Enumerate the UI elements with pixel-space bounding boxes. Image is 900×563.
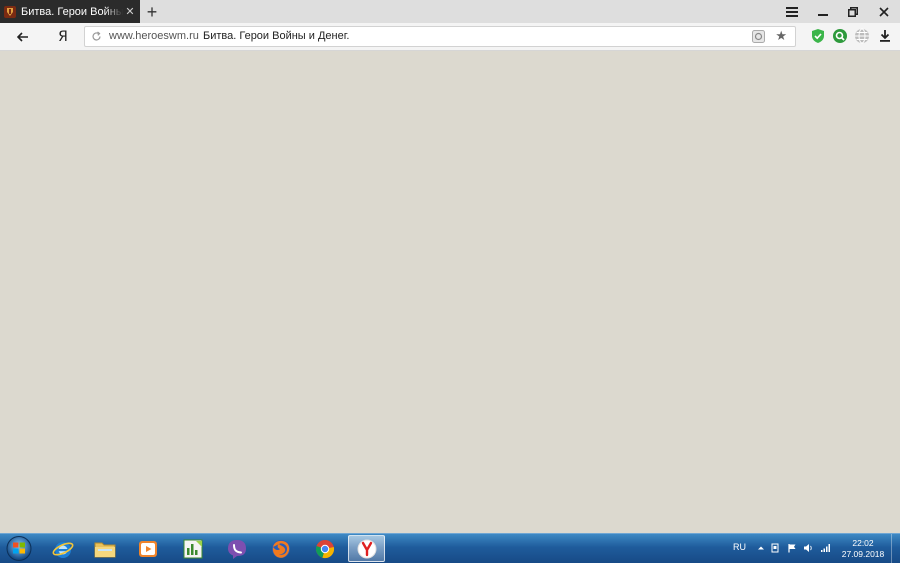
minimize-icon	[818, 13, 828, 16]
clock-date: 27.09.2018	[841, 549, 885, 559]
chrome-icon	[315, 539, 334, 558]
tray-expand-icon[interactable]	[756, 543, 766, 553]
protect-icon[interactable]	[752, 30, 765, 43]
internet-explorer-icon	[52, 541, 73, 558]
restore-button[interactable]	[838, 0, 868, 23]
reload-icon[interactable]	[91, 31, 102, 42]
yandex-logo-button[interactable]: Я	[55, 27, 71, 47]
removable-device-icon[interactable]	[770, 543, 780, 553]
yandex-browser-icon	[357, 539, 376, 558]
start-button[interactable]	[4, 535, 34, 562]
volume-icon[interactable]	[803, 543, 813, 553]
viber-icon	[227, 539, 246, 559]
restore-icon	[848, 6, 858, 17]
firefox-icon	[271, 539, 290, 558]
taskbar-firefox[interactable]	[262, 535, 299, 562]
download-icon[interactable]	[877, 28, 893, 44]
close-icon	[879, 6, 889, 17]
tab-bar: Битва. Герои Войны и Денег ✕ +	[0, 0, 900, 24]
tab-active[interactable]: Битва. Герои Войны и Денег ✕	[0, 0, 140, 23]
globe-icon[interactable]	[854, 28, 870, 44]
close-window-button[interactable]	[869, 0, 899, 23]
taskbar-internet-explorer[interactable]	[44, 535, 81, 562]
language-indicator[interactable]: RU	[733, 542, 746, 552]
taskbar-yandex-browser[interactable]	[348, 535, 385, 562]
media-player-icon	[138, 540, 157, 557]
page-content	[0, 51, 900, 533]
new-tab-button[interactable]: +	[143, 0, 161, 23]
address-toolbar: Я www.heroeswm.ru Битва. Герои Войны и Д…	[0, 23, 900, 51]
network-signal-icon[interactable]	[820, 543, 830, 553]
clock-time: 22:02	[852, 538, 874, 548]
taskbar-chrome[interactable]	[306, 535, 343, 562]
tab-title: Битва. Герои Войны и Денег	[21, 5, 123, 18]
show-desktop-button[interactable]	[891, 534, 900, 563]
minimize-button[interactable]	[808, 0, 838, 23]
action-center-flag-icon[interactable]	[787, 543, 797, 553]
bookmark-star-icon[interactable]: ★	[775, 28, 787, 44]
chart-app-icon	[183, 539, 202, 558]
tab-close-button[interactable]: ✕	[123, 5, 137, 18]
file-explorer-icon	[94, 542, 115, 557]
shield-icon[interactable]	[810, 28, 826, 44]
arrow-left-icon	[17, 32, 28, 42]
system-clock[interactable]: 22:02 27.09.2018	[838, 538, 888, 560]
menu-icon	[786, 6, 798, 17]
taskbar-file-explorer[interactable]	[86, 535, 123, 562]
back-button[interactable]	[12, 27, 34, 47]
taskbar-chart-app[interactable]	[174, 535, 211, 562]
windows-taskbar: RU 22:02 27.09.2018	[0, 533, 900, 563]
search-ext-icon[interactable]	[832, 28, 848, 44]
heroes-favicon-icon	[4, 5, 16, 18]
menu-button[interactable]	[777, 0, 807, 23]
page-title-text: Битва. Герои Войны и Денег.	[203, 30, 350, 42]
url-text[interactable]: www.heroeswm.ru	[109, 30, 199, 42]
taskbar-viber[interactable]	[218, 535, 255, 562]
taskbar-media-player[interactable]	[129, 535, 166, 562]
address-bar[interactable]: www.heroeswm.ru Битва. Герои Войны и Ден…	[84, 26, 796, 47]
